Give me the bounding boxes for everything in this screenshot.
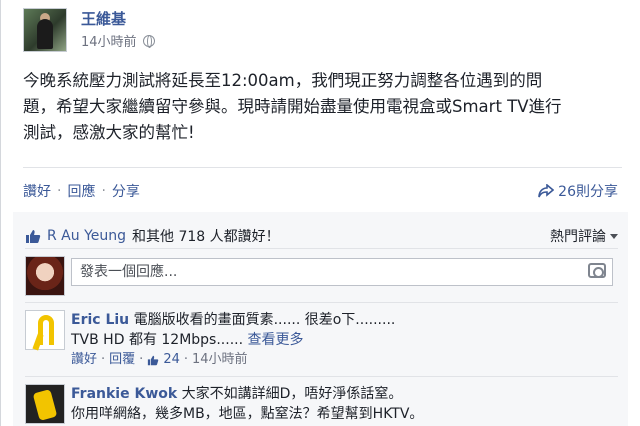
commenter-name[interactable]: Eric Liu bbox=[71, 312, 129, 328]
yellow-umbrella-icon bbox=[32, 389, 58, 421]
comment-like-count[interactable]: 24 bbox=[163, 350, 180, 370]
comment-timestamp[interactable]: 14小時前 bbox=[192, 350, 248, 370]
likes-summary: R Au Yeung 和其他 718 人都讚好！ bbox=[25, 226, 280, 246]
share-link[interactable]: 分享 bbox=[112, 181, 140, 201]
comment-text: 大家不如講詳細D，唔好淨係話窒。 bbox=[181, 386, 403, 402]
author-avatar[interactable] bbox=[23, 8, 67, 52]
comment-text: 你用咩網絡，幾多MB，地區，點窒法？希望幫到HKTV。 bbox=[71, 406, 424, 422]
comment-sort-label: 熱門評論 bbox=[550, 229, 606, 245]
post-text: 今晚系統壓力測試將延長至12:00am，我們現正努力調整各位遇到的問 題，希望大… bbox=[23, 68, 623, 146]
comment-text: TVB HD 都有 12Mbps...... bbox=[71, 332, 244, 348]
camera-icon[interactable] bbox=[588, 263, 606, 278]
shares-count-label: 26則分享 bbox=[558, 184, 618, 200]
comment-like-link[interactable]: 讚好 bbox=[71, 350, 97, 370]
post-timestamp[interactable]: 14小時前 bbox=[81, 31, 137, 50]
globe-icon bbox=[142, 34, 155, 48]
liker-name[interactable]: R Au Yeung bbox=[47, 228, 126, 244]
yellow-ribbon-icon bbox=[38, 315, 54, 345]
commenter-name[interactable]: Frankie Kwok bbox=[71, 386, 177, 402]
post-meta: 14小時前 bbox=[81, 31, 155, 50]
commenter-avatar[interactable] bbox=[25, 384, 65, 424]
thumbs-up-icon bbox=[26, 229, 41, 243]
post-text-line: 測試，感激大家的幫忙! bbox=[23, 123, 195, 142]
shares-count[interactable]: 26則分享 bbox=[538, 181, 618, 201]
comment-input[interactable] bbox=[71, 258, 613, 286]
separator-dot: · bbox=[139, 352, 144, 367]
share-arrow-icon bbox=[538, 184, 555, 198]
commenter-avatar[interactable] bbox=[25, 310, 65, 350]
separator-dot: · bbox=[183, 352, 188, 367]
thumbs-up-icon bbox=[148, 355, 159, 365]
comment-item: Frankie Kwok 大家不如講詳細D，唔好淨係話窒。 你用咩網絡，幾多MB… bbox=[71, 384, 621, 424]
comment-sort-dropdown[interactable]: 熱門評論 bbox=[550, 226, 618, 246]
comment-link[interactable]: 回應 bbox=[67, 181, 95, 201]
divider bbox=[25, 302, 618, 303]
comment-meta: 讚好 · 回覆 · 24 · 14小時前 bbox=[71, 350, 621, 370]
likes-count-text[interactable]: 和其他 718 人都讚好！ bbox=[132, 226, 280, 246]
separator-dot: · bbox=[101, 352, 106, 367]
divider bbox=[25, 248, 618, 249]
post-text-line: 題，希望大家繼續留守參與。現時請開始盡量使用電視盒或Smart TV進行 bbox=[23, 97, 562, 116]
post-card: 王維基 14小時前 今晚系統壓力測試將延長至12:00am，我們現正努力調整各位… bbox=[0, 0, 640, 426]
comment-reply-link[interactable]: 回覆 bbox=[109, 350, 135, 370]
divider bbox=[25, 376, 618, 377]
current-user-avatar bbox=[25, 256, 65, 296]
divider bbox=[23, 167, 622, 168]
caret-down-icon bbox=[610, 233, 618, 239]
separator-dot: · bbox=[101, 183, 106, 199]
post-author[interactable]: 王維基 bbox=[81, 8, 126, 29]
see-more-link[interactable]: 查看更多 bbox=[248, 332, 304, 348]
comment-text: 電腦版收看的畫面質素...... 很差o下......... bbox=[133, 312, 396, 328]
post-actions: 讚好 · 回應 · 分享 bbox=[23, 181, 140, 201]
comment-item: Eric Liu 電腦版收看的畫面質素...... 很差o下......... … bbox=[71, 310, 621, 370]
post-text-line: 今晚系統壓力測試將延長至12:00am，我們現正努力調整各位遇到的問 bbox=[23, 71, 543, 90]
like-link[interactable]: 讚好 bbox=[23, 181, 51, 201]
separator-dot: · bbox=[57, 183, 62, 199]
